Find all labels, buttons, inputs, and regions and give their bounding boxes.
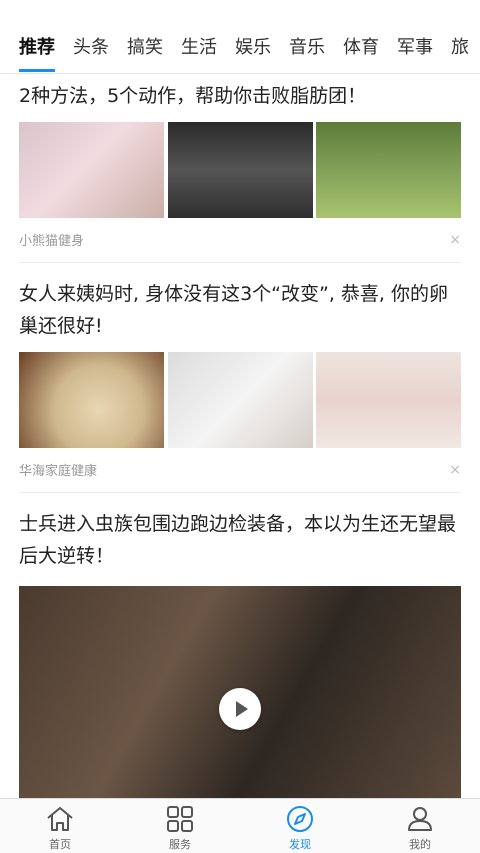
bottom-navigation: 首页 服务 发现 我的 xyxy=(0,798,480,853)
tab-entertainment[interactable]: 娱乐 xyxy=(235,36,271,60)
grid-icon xyxy=(167,806,193,832)
dismiss-icon[interactable]: × xyxy=(449,462,461,478)
article-meta: 小熊猫健身 × xyxy=(19,230,461,250)
article-source: 华海家庭健康 xyxy=(19,464,98,479)
nav-me[interactable]: 我的 xyxy=(360,799,480,853)
article-card[interactable]: 2种方法，5个动作，帮助你击败脂肪团！ 小熊猫健身 × xyxy=(19,80,461,249)
tab-life[interactable]: 生活 xyxy=(181,36,217,60)
article-thumbnail[interactable] xyxy=(167,352,313,448)
nav-label: 发现 xyxy=(289,838,311,851)
home-icon xyxy=(47,807,73,831)
play-icon[interactable] xyxy=(219,688,261,730)
article-thumbnail[interactable] xyxy=(316,352,461,448)
tab-music[interactable]: 音乐 xyxy=(289,36,325,60)
nav-home[interactable]: 首页 xyxy=(0,799,120,853)
divider xyxy=(19,492,461,493)
category-tab-bar: 推荐 头条 搞笑 生活 娱乐 音乐 体育 军事 旅 xyxy=(0,0,480,74)
nav-label: 首页 xyxy=(49,838,71,851)
nav-label: 我的 xyxy=(409,838,431,851)
news-feed: 2种方法，5个动作，帮助你击败脂肪团！ 小熊猫健身 × 女人来姨妈时, 身体没有… xyxy=(0,74,480,798)
article-meta: 华海家庭健康 × xyxy=(19,460,461,480)
user-icon xyxy=(408,807,432,831)
nav-discover[interactable]: 发现 xyxy=(240,799,360,853)
article-thumbnail[interactable] xyxy=(316,122,461,218)
article-title[interactable]: 2种方法，5个动作，帮助你击败脂肪团！ xyxy=(19,80,461,112)
category-tabs: 推荐 头条 搞笑 生活 娱乐 音乐 体育 军事 旅 xyxy=(19,36,480,72)
divider xyxy=(19,262,461,263)
nav-services[interactable]: 服务 xyxy=(120,799,240,853)
tab-travel[interactable]: 旅 xyxy=(451,36,469,60)
article-source: 小熊猫健身 xyxy=(19,234,85,249)
tab-military[interactable]: 军事 xyxy=(397,36,433,60)
article-thumbnail[interactable] xyxy=(19,352,164,448)
article-thumbnail[interactable] xyxy=(19,122,164,218)
article-title[interactable]: 女人来姨妈时, 身体没有这3个“改变”, 恭喜, 你的卵巢还很好! xyxy=(19,278,461,342)
article-thumbnails xyxy=(19,352,461,448)
article-title[interactable]: 士兵进入虫族包围边跑边检装备，本以为生还无望最后大逆转！ xyxy=(19,508,461,572)
tab-funny[interactable]: 搞笑 xyxy=(127,36,163,60)
article-card[interactable]: 女人来姨妈时, 身体没有这3个“改变”, 恭喜, 你的卵巢还很好! 华海家庭健康… xyxy=(19,278,461,479)
video-thumbnail[interactable] xyxy=(19,586,461,798)
video-article-card[interactable]: 士兵进入虫族包围边跑边检装备，本以为生还无望最后大逆转！ xyxy=(19,508,461,798)
tab-recommend[interactable]: 推荐 xyxy=(19,36,55,72)
dismiss-icon[interactable]: × xyxy=(449,232,461,248)
tab-sports[interactable]: 体育 xyxy=(343,36,379,60)
article-thumbnails xyxy=(19,122,461,218)
nav-label: 服务 xyxy=(169,838,191,851)
compass-icon xyxy=(287,806,313,832)
tab-headlines[interactable]: 头条 xyxy=(73,36,109,60)
article-thumbnail[interactable] xyxy=(167,122,313,218)
